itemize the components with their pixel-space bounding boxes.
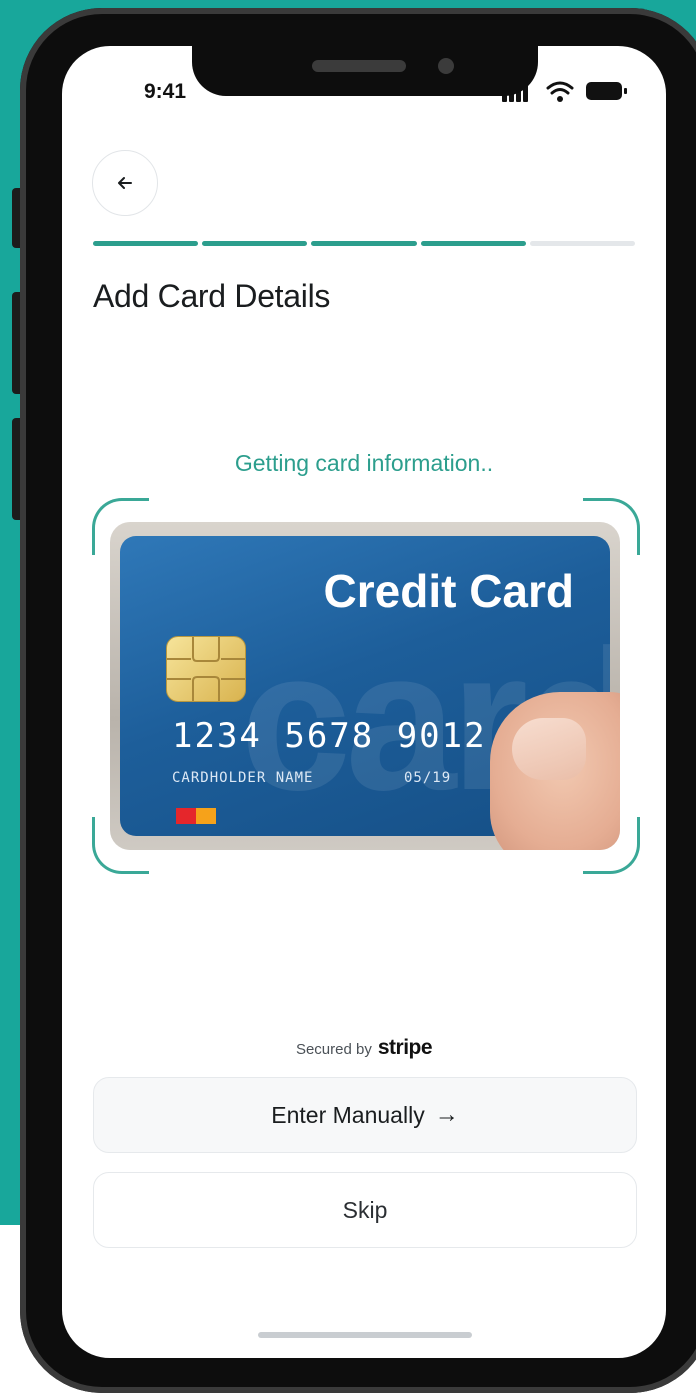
card-scanner-frame: card Credit Card 1234 5678 9012 3456 CAR…	[92, 498, 640, 874]
progress-step	[529, 241, 636, 246]
front-camera	[438, 58, 454, 74]
scan-status-text: Getting card information..	[234, 450, 494, 476]
arrow-left-icon	[118, 177, 132, 189]
secured-by-stripe: Secured by stripe	[62, 1036, 666, 1060]
battery-icon	[586, 82, 627, 100]
thumb-nail	[512, 718, 586, 780]
camera-preview: card Credit Card 1234 5678 9012 3456 CAR…	[110, 522, 620, 850]
enter-manually-button[interactable]: Enter Manually →	[93, 1077, 637, 1153]
app-screen: 9:41 Add Card Details Getting card infor…	[62, 46, 666, 1358]
progress-step	[202, 241, 308, 246]
secured-label: Secured by	[295, 1041, 372, 1058]
wifi-icon	[546, 81, 574, 102]
home-indicator	[258, 1332, 472, 1338]
chip-icon	[166, 636, 246, 702]
progress-step	[93, 241, 199, 246]
card-brand-icon	[176, 808, 216, 824]
back-button[interactable]	[92, 150, 158, 216]
phone-notch	[192, 40, 538, 96]
page-title: Add Card Details	[93, 278, 331, 314]
stripe-logo: stripe	[377, 1036, 433, 1059]
skip-label: Skip	[342, 1196, 388, 1223]
card-holder-name: CARDHOLDER NAME	[172, 770, 314, 786]
progress-step	[311, 241, 417, 246]
speaker-grille	[312, 60, 406, 72]
enter-manually-label: Enter Manually	[271, 1101, 425, 1128]
card-expiry: 05/19	[404, 770, 452, 786]
skip-button[interactable]: Skip	[93, 1172, 637, 1248]
progress-step	[420, 241, 526, 246]
step-progress	[93, 241, 636, 247]
card-title: Credit Card	[323, 565, 574, 617]
status-time: 9:41	[144, 80, 187, 103]
arrow-right-icon: →	[434, 1101, 459, 1128]
